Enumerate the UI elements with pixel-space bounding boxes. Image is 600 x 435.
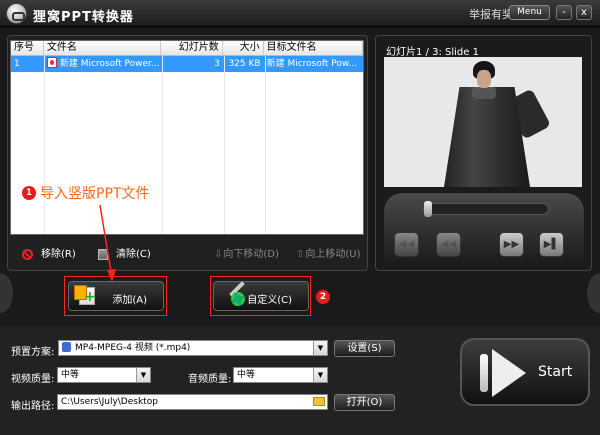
header-filename[interactable]: 文件名 <box>44 41 162 55</box>
seek-bar[interactable] <box>423 203 549 215</box>
cell-slides: 3 <box>214 59 220 69</box>
header-slides[interactable]: 幻灯片数 <box>161 41 223 55</box>
audio-quality-select[interactable]: 中等 ▼ <box>233 367 328 383</box>
cell-target: 新建 Microsoft Pow... <box>266 59 357 69</box>
step2-badge: 2 <box>316 290 330 304</box>
open-button[interactable]: 打开(O) <box>334 394 395 411</box>
video-format-icon <box>62 341 71 352</box>
folder-icon[interactable] <box>313 397 325 406</box>
prev-button[interactable]: ◀◀ <box>436 232 461 257</box>
settings-button[interactable]: 设置(S) <box>334 340 395 357</box>
slide-preview <box>384 57 582 187</box>
video-quality-select[interactable]: 中等 ▼ <box>57 367 151 383</box>
cell-size: 325 KB <box>228 59 261 69</box>
output-path-label: 输出路径: <box>11 401 55 412</box>
clear-icon <box>98 248 108 260</box>
add-button[interactable]: 添加(A) <box>68 281 164 311</box>
output-path-input[interactable]: C:\Users\July\Desktop <box>57 394 328 410</box>
app-logo-icon <box>6 3 27 24</box>
video-quality-label: 视频质量: <box>11 374 55 385</box>
remove-icon <box>22 248 33 260</box>
chevron-down-icon: ▼ <box>313 341 327 355</box>
header-size[interactable]: 大小 <box>223 41 264 55</box>
add-file-icon <box>74 285 96 305</box>
next-button[interactable]: ▶▌ <box>539 232 564 257</box>
right-side-decoration <box>587 273 600 313</box>
app-title: 狸窝PPT转换器 <box>33 10 134 25</box>
header-target[interactable]: 目标文件名 <box>264 41 363 55</box>
clear-button[interactable]: 清除(C) <box>98 247 151 263</box>
play-arrow-icon <box>492 349 526 397</box>
seek-thumb[interactable] <box>424 201 432 217</box>
preset-label: 预置方案: <box>11 347 55 358</box>
arrow-up-icon: ⇧ <box>296 249 305 260</box>
start-bar-icon <box>480 354 488 392</box>
chevron-down-icon: ▼ <box>136 368 150 382</box>
step1-text: 导入竖版PPT文件 <box>40 186 150 202</box>
move-up-button[interactable]: ⇧向上移动(U) <box>296 247 361 263</box>
left-side-decoration <box>0 273 13 313</box>
ppt-file-icon <box>46 57 57 68</box>
menu-button[interactable]: Menu <box>509 5 550 20</box>
remove-button[interactable]: 移除(R) <box>22 247 76 263</box>
preset-select[interactable]: MP4-MPEG-4 视频 (*.mp4) ▼ <box>58 340 328 356</box>
custom-button[interactable]: 自定义(C) <box>213 281 309 311</box>
move-down-button[interactable]: ⇩向下移动(D) <box>214 247 279 263</box>
title-bar: 狸窝PPT转换器 举报有奖 Menu - x <box>0 0 600 27</box>
slide-label: 幻灯片1 / 3: Slide 1 <box>386 47 479 58</box>
step1-annotation: 1 导入竖版PPT文件 <box>22 183 149 203</box>
report-link[interactable]: 举报有奖 <box>469 6 513 22</box>
file-table[interactable]: 序号 文件名 幻灯片数 大小 目标文件名 1 新建 Microsoft Powe… <box>10 40 364 235</box>
step1-badge: 1 <box>22 186 36 200</box>
start-button[interactable]: Start <box>460 338 590 406</box>
close-button[interactable]: x <box>576 5 592 20</box>
column-divider <box>162 56 163 234</box>
table-header: 序号 文件名 幻灯片数 大小 目标文件名 <box>11 41 363 56</box>
tools-icon <box>226 281 248 307</box>
cell-filename: 新建 Microsoft Power... <box>44 56 161 72</box>
rewind-button[interactable]: ◀◀ <box>394 232 419 257</box>
audio-quality-label: 音频质量: <box>188 374 232 385</box>
minimize-button[interactable]: - <box>556 5 572 20</box>
chevron-down-icon: ▼ <box>313 368 327 382</box>
forward-button[interactable]: ▶▶ <box>499 232 524 257</box>
table-row[interactable]: 1 新建 Microsoft Power... 3 325 KB 新建 Micr… <box>11 56 363 72</box>
column-divider <box>265 56 266 234</box>
cell-index: 1 <box>14 59 20 69</box>
header-index[interactable]: 序号 <box>11 41 44 55</box>
column-divider <box>224 56 225 234</box>
column-divider <box>44 56 45 234</box>
arrow-down-icon: ⇩ <box>214 249 223 260</box>
